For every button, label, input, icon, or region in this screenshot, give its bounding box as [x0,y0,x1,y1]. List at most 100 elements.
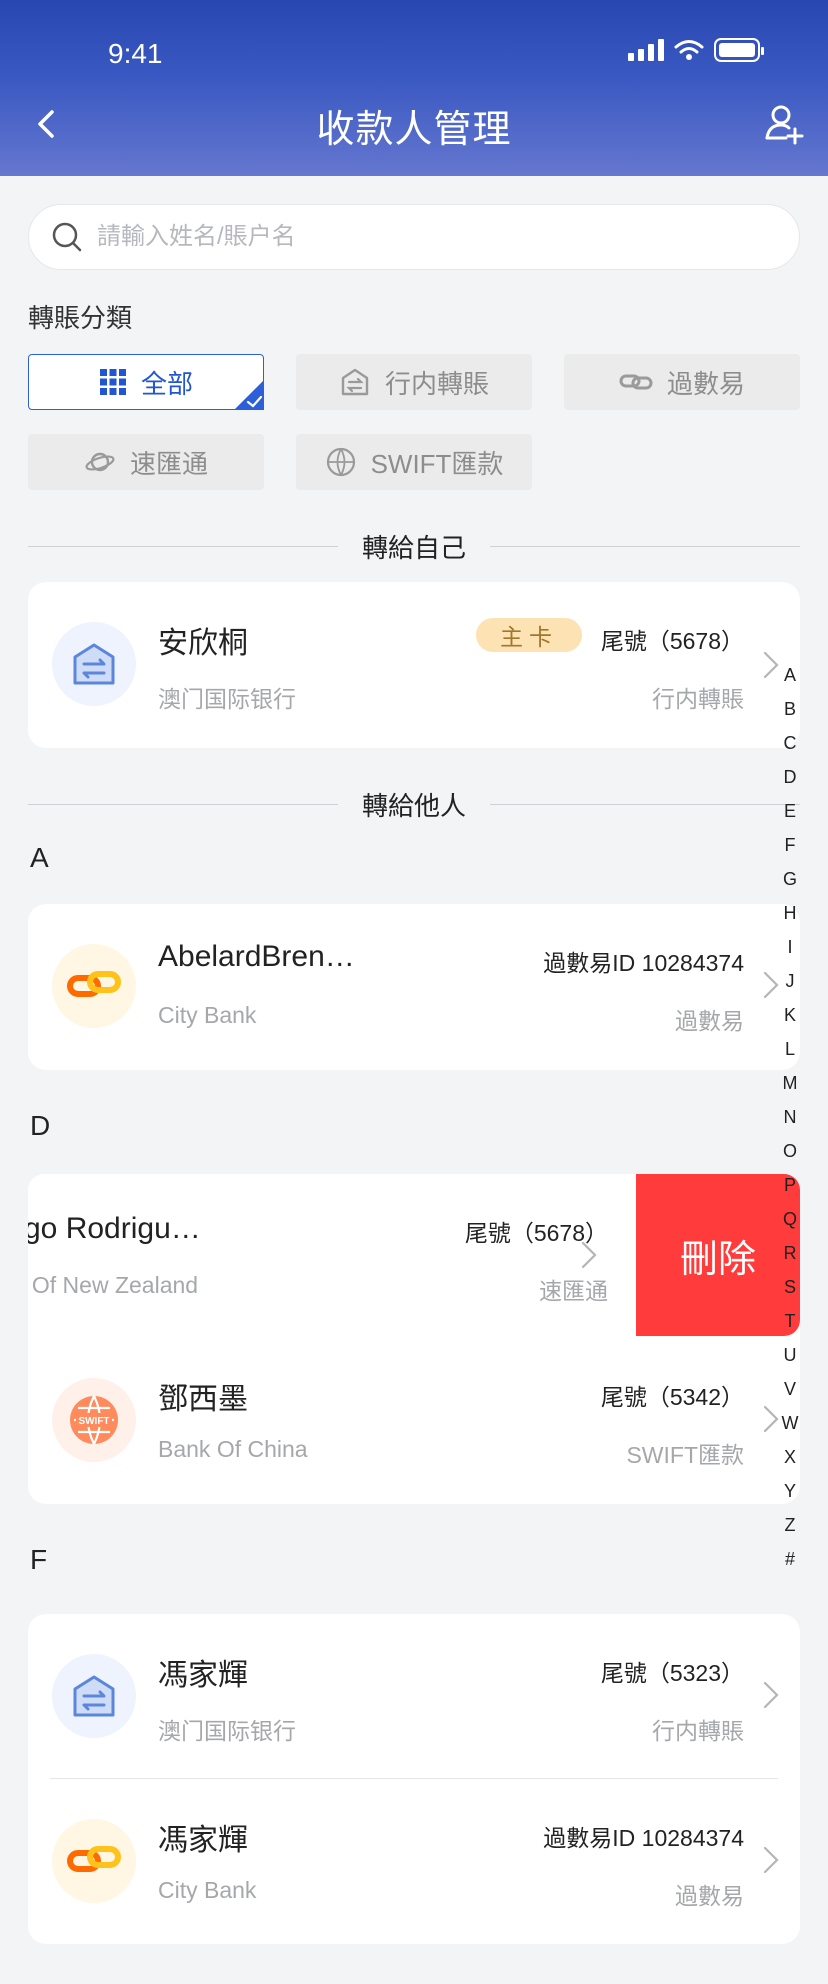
status-icons [628,38,764,62]
list-item[interactable]: SWIFT 鄧西墨 尾號（5342） Bank Of China SWIFT匯款 [28,1338,800,1502]
index-letter[interactable]: R [776,1236,804,1270]
chevron-right-icon[interactable] [762,1680,780,1710]
index-letter[interactable]: Q [776,1202,804,1236]
self-payee-card[interactable]: 安欣桐 主卡 尾號（5678） 澳门国际银行 行内轉賬 [28,582,800,748]
alphabet-index[interactable]: A B C D E F G H I J K L M N O P Q R S T U V W X Y Z # [776,658,804,1576]
search-bar[interactable] [28,204,800,270]
index-letter[interactable]: D [776,760,804,794]
index-letter[interactable]: P [776,1168,804,1202]
transfer-category-label: 轉賬分類 [28,303,133,333]
index-letter[interactable]: U [776,1338,804,1372]
payee-account: 過數易ID 10284374 [543,950,744,976]
link-icon [52,944,136,1028]
payee-account: 尾號（5323） [600,1660,744,1686]
chip-speed-remit-label: 速匯通 [129,448,208,479]
index-letter[interactable]: T [776,1304,804,1338]
grid-icon [99,369,126,395]
chip-fps-label: 過數易 [666,368,745,399]
payee-name: AbelardBren… [158,940,355,973]
swiped-list-item[interactable]: go Rodrigu… 尾號（5678） k Of New Zealand 速匯… [28,1174,636,1336]
index-letter[interactable]: H [776,896,804,930]
chip-swift[interactable]: SWIFT匯款 [296,434,532,490]
swift-globe-icon [326,447,355,477]
chip-all-label: 全部 [140,368,193,399]
chip-fps[interactable]: 過數易 [564,354,800,410]
list-item[interactable]: AbelardBren… 過數易ID 10284374 City Bank 過數… [28,904,800,1068]
transfer-type: 行内轉賬 [652,686,744,712]
payee-name: 馮家輝 [158,1659,248,1692]
chip-speed-remit[interactable]: 速匯通 [28,434,264,490]
payee-bank: 澳门国际银行 [158,686,296,712]
self-section-divider: 轉給自己 [28,526,801,566]
self-section-title: 轉給自己 [362,532,467,563]
payee-bank: Bank Of China [158,1436,308,1462]
signal-icon [628,39,664,61]
index-letter[interactable]: N [776,1100,804,1134]
transfer-type: SWIFT匯款 [626,1442,744,1468]
list-item[interactable]: 馮家輝 過數易ID 10284374 City Bank 過數易 [28,1779,800,1943]
link-icon [52,1819,136,1903]
status-time: 9:41 [108,38,163,69]
transfer-type: 過數易 [675,1008,744,1034]
index-letter[interactable]: W [776,1406,804,1440]
index-letter[interactable]: A [776,658,804,692]
chip-internal-transfer-label: 行内轉賬 [384,368,489,399]
payee-name: 安欣桐 [158,627,248,660]
payee-card-f[interactable]: 馮家輝 尾號（5323） 澳门国际银行 行内轉賬 馮家輝 過數易ID 10284… [28,1614,800,1944]
search-input[interactable] [97,223,717,251]
transfer-type: 速匯通 [539,1278,608,1304]
chip-swift-label: SWIFT匯款 [370,448,504,479]
header: 9:41 收款人管理 [0,0,828,176]
list-item[interactable]: 安欣桐 主卡 尾號（5678） 澳门国际银行 行内轉賬 [28,582,800,746]
index-letter[interactable]: J [776,964,804,998]
bank-transfer-icon [52,1654,136,1738]
index-letter[interactable]: C [776,726,804,760]
index-letter[interactable]: O [776,1134,804,1168]
chevron-right-icon[interactable] [762,1845,780,1875]
payee-card-a[interactable]: AbelardBren… 過數易ID 10284374 City Bank 過數… [28,904,800,1070]
index-letter[interactable]: S [776,1270,804,1304]
index-letter[interactable]: Z [776,1508,804,1542]
group-letter: D [30,1110,51,1141]
search-icon [52,222,82,252]
index-letter[interactable]: E [776,794,804,828]
chip-internal-transfer[interactable]: 行内轉賬 [296,354,532,410]
payee-bank: City Bank [158,1877,257,1903]
index-letter[interactable]: V [776,1372,804,1406]
index-letter[interactable]: L [776,1032,804,1066]
payee-account: 過數易ID 10284374 [543,1825,744,1851]
payee-name: 鄧西墨 [158,1383,248,1416]
index-letter[interactable]: # [776,1542,804,1576]
index-letter[interactable]: M [776,1066,804,1100]
index-letter[interactable]: G [776,862,804,896]
payee-account: 尾號（5342） [600,1384,744,1410]
index-letter[interactable]: K [776,998,804,1032]
bank-transfer-icon [52,622,136,706]
transfer-type: 過數易 [675,1883,744,1909]
swift-globe-icon: SWIFT [52,1378,136,1462]
payee-account: 尾號（5678） [600,628,744,654]
list-item[interactable]: 馮家輝 尾號（5323） 澳门国际银行 行内轉賬 [28,1614,800,1778]
index-letter[interactable]: I [776,930,804,964]
payee-bank: 澳门国际银行 [158,1718,296,1744]
others-section-divider: 轉給他人 [28,784,801,824]
payee-name: 馮家輝 [158,1824,248,1857]
bank-transfer-icon [341,368,369,396]
primary-card-badge: 主卡 [476,618,582,652]
group-letter: A [30,842,49,873]
others-section-title: 轉給他人 [362,790,467,821]
selected-check-icon [234,380,264,410]
add-payee-button[interactable] [762,102,806,146]
transfer-type: 行内轉賬 [652,1718,744,1744]
chevron-right-icon[interactable] [580,1240,598,1270]
planet-icon [85,452,115,472]
battery-icon [714,38,764,62]
payee-bank: k Of New Zealand [28,1272,199,1298]
index-letter[interactable]: X [776,1440,804,1474]
group-letter: F [30,1544,48,1575]
index-letter[interactable]: F [776,828,804,862]
index-letter[interactable]: Y [776,1474,804,1508]
svg-text:SWIFT: SWIFT [78,1416,109,1427]
chip-all[interactable]: 全部 [28,354,264,410]
index-letter[interactable]: B [776,692,804,726]
